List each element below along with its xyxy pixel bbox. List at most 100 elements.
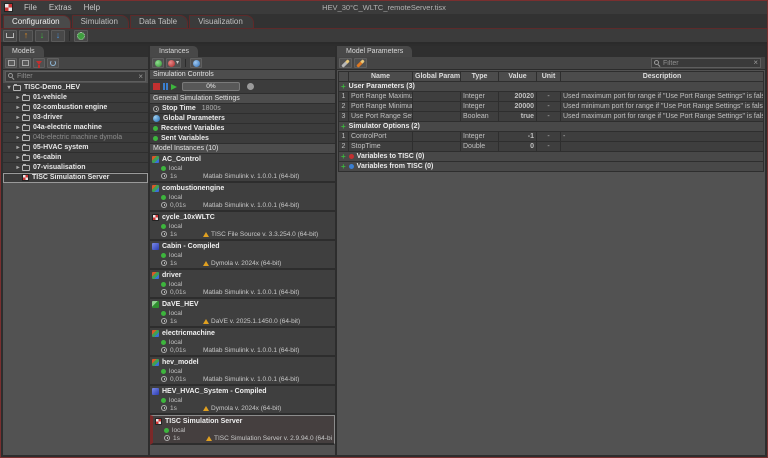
parameter-group-simulator-options-2[interactable]: +Simulator Options (2): [339, 122, 764, 132]
parameter-value[interactable]: -1: [499, 132, 537, 142]
expand-all-button[interactable]: [5, 58, 17, 68]
parameter-value[interactable]: 0: [499, 142, 537, 152]
stop-all-button[interactable]: ▾: [166, 58, 181, 68]
tree-twisty-icon[interactable]: ▸: [14, 94, 22, 101]
tree-item-05-hvac-system[interactable]: ▸05-HVAC system: [3, 143, 148, 153]
column-header-description[interactable]: Description: [561, 72, 764, 82]
parameter-group-variables-from-tisc-0[interactable]: +Variables from TISC (0): [339, 162, 764, 172]
parameters-filter-input[interactable]: [663, 60, 751, 67]
tree-item-04a-electric-machine[interactable]: ▸04a-electric machine: [3, 123, 148, 133]
menu-help[interactable]: Help: [78, 3, 106, 12]
parameters-panel-tab[interactable]: Model Parameters: [337, 46, 412, 57]
tree-twisty-icon[interactable]: ▸: [14, 124, 22, 131]
warning-icon: [203, 406, 209, 411]
tab-visualization[interactable]: Visualization: [189, 15, 254, 28]
expand-plus-icon[interactable]: +: [341, 153, 346, 161]
parameter-value[interactable]: 20000: [499, 102, 537, 112]
expand-plus-icon[interactable]: +: [341, 163, 346, 171]
new-configuration-button[interactable]: [3, 30, 17, 42]
clear-filter-icon[interactable]: ×: [138, 73, 143, 81]
instance-card-dave-hev[interactable]: DaVE_HEVlocal1sDaVE v. 2025.1.1450.0 (64…: [150, 299, 335, 328]
parameter-row-controlport[interactable]: 1ControlPortInteger-1--: [339, 132, 764, 142]
search-icon: [654, 60, 661, 67]
folder-icon: [22, 145, 30, 151]
status-spinner-icon: [247, 83, 254, 90]
sent-variables-row[interactable]: Sent Variables: [150, 134, 335, 144]
parameter-row-use-port-range-settings[interactable]: 3Use Port Range SettingsBooleantrue-Used…: [339, 112, 764, 122]
expand-plus-icon[interactable]: +: [341, 123, 346, 131]
models-filter-input[interactable]: [17, 73, 136, 80]
filter-button[interactable]: [33, 58, 45, 68]
tree-twisty-icon[interactable]: ▸: [14, 134, 22, 141]
parameter-row-port-range-minimum[interactable]: 2Port Range MinimumInteger20000-Used min…: [339, 102, 764, 112]
warning-icon: [206, 436, 212, 441]
column-header-global-parameter[interactable]: Global Parameter: [413, 72, 461, 82]
column-header-unit[interactable]: Unit: [537, 72, 561, 82]
start-all-button[interactable]: [152, 58, 164, 68]
instance-card-combustionengine[interactable]: combustionenginelocal0,01sMatlab Simulin…: [150, 183, 335, 212]
instance-card-ac-control[interactable]: AC_Controllocal1sMatlab Simulink v. 1.0.…: [150, 154, 335, 183]
parameter-row-port-range-maximum[interactable]: 1Port Range MaximumInteger20020-Used max…: [339, 92, 764, 102]
tree-twisty-icon[interactable]: ▸: [14, 104, 22, 111]
instance-card-hev-hvac-system-compiled[interactable]: HEV_HVAC_System - Compiledlocal1sDymola …: [150, 386, 335, 415]
tab-configuration[interactable]: Configuration: [3, 15, 71, 28]
expand-plus-icon[interactable]: +: [341, 83, 346, 91]
tree-item-tisc-demo-hev[interactable]: ▾TISC-Demo_HEV: [3, 83, 148, 93]
tree-item-03-driver[interactable]: ▸03-driver: [3, 113, 148, 123]
instance-card-tisc-simulation-server[interactable]: TISC Simulation Serverlocal1sTISC Simula…: [150, 415, 335, 445]
instance-card-hev-model[interactable]: hev_modellocal0,01sMatlab Simulink v. 1.…: [150, 357, 335, 386]
column-header-name[interactable]: Name: [349, 72, 413, 82]
column-header-value[interactable]: Value: [499, 72, 537, 82]
tree-item-02-combustion-engine[interactable]: ▸02-combustion engine: [3, 103, 148, 113]
parameter-description: Used maximum port for range if "Use Port…: [561, 112, 764, 122]
tree-twisty-icon[interactable]: ▸: [14, 114, 22, 121]
tree-item-tisc-simulation-server[interactable]: TISC Simulation Server: [3, 173, 148, 183]
stop-simulation-button[interactable]: [153, 83, 160, 90]
menu-file[interactable]: File: [18, 3, 43, 12]
instance-card-cycle-10xwltc[interactable]: cycle_10xWLTClocal1sTISC File Source v. …: [150, 212, 335, 241]
play-simulation-button[interactable]: [171, 84, 177, 90]
tab-simulation[interactable]: Simulation: [72, 15, 129, 28]
parameter-row-stoptime[interactable]: 2StopTimeDouble0-: [339, 142, 764, 152]
tree-twisty-icon[interactable]: ▸: [14, 164, 22, 171]
tree-twisty-icon[interactable]: ▾: [5, 84, 13, 91]
instance-card-electricmachine[interactable]: electricmachinelocal0,01sMatlab Simulink…: [150, 328, 335, 357]
menu-extras[interactable]: Extras: [43, 3, 78, 12]
pause-simulation-button[interactable]: [163, 83, 168, 90]
edit-parameter-button[interactable]: [339, 58, 352, 68]
export-button[interactable]: ↓: [35, 30, 49, 42]
tree-item-06-cabin[interactable]: ▸06-cabin: [3, 153, 148, 163]
instance-tool-version: Matlab Simulink v. 1.0.0.1 (64-bit): [203, 289, 299, 296]
tab-data-table[interactable]: Data Table: [130, 15, 188, 28]
received-variables-row[interactable]: Received Variables: [150, 124, 335, 134]
instance-card-driver[interactable]: driverlocal0,01sMatlab Simulink v. 1.0.0…: [150, 270, 335, 299]
tree-item-01-vehicle[interactable]: ▸01-vehicle: [3, 93, 148, 103]
tree-twisty-icon[interactable]: ▸: [14, 154, 22, 161]
save-button[interactable]: ↓: [51, 30, 65, 42]
instances-panel-tab[interactable]: Instances: [150, 46, 198, 57]
refresh-button[interactable]: [47, 58, 59, 68]
stop-time-row[interactable]: Stop Time 1800s: [150, 104, 335, 114]
online-status-icon: [161, 282, 166, 287]
row-index: 2: [339, 142, 349, 152]
global-parameters-row[interactable]: Global Parameters: [150, 114, 335, 124]
parameter-group-variables-to-tisc-0[interactable]: +Variables to TISC (0): [339, 152, 764, 162]
instance-location-row: local: [152, 396, 333, 404]
tree-item-07-visualisation[interactable]: ▸07-visualisation: [3, 163, 148, 173]
parameter-group-user-parameters-3[interactable]: +User Parameters (3): [339, 82, 764, 92]
edit-all-parameters-button[interactable]: [354, 58, 367, 68]
collapse-all-button[interactable]: [19, 58, 31, 68]
parameter-value[interactable]: 20020: [499, 92, 537, 102]
tree-twisty-icon[interactable]: ▸: [14, 144, 22, 151]
parameter-value[interactable]: true: [499, 112, 537, 122]
index-column-header[interactable]: [339, 72, 349, 82]
clear-filter-icon[interactable]: ×: [753, 59, 758, 67]
instance-card-cabin-compiled[interactable]: Cabin - Compiledlocal1sDymola v. 2024x (…: [150, 241, 335, 270]
tree-item-04b-electric-machine-dymola[interactable]: ▸04b-electric machine dymola: [3, 133, 148, 143]
column-header-type[interactable]: Type: [461, 72, 499, 82]
server-status-button[interactable]: [190, 58, 202, 68]
settings-button[interactable]: [74, 30, 88, 42]
import-button[interactable]: ↑: [19, 30, 33, 42]
instance-title-row: combustionengine: [152, 184, 333, 193]
models-panel-tab[interactable]: Models: [3, 46, 44, 57]
